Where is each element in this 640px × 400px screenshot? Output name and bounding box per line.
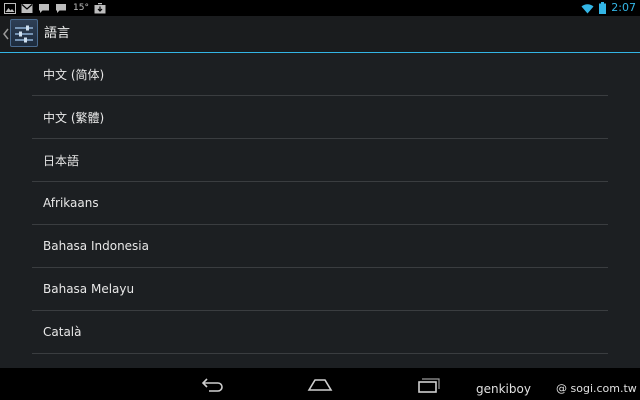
list-item-language[interactable]: Català bbox=[32, 311, 608, 354]
wifi-icon bbox=[581, 3, 594, 13]
notification-icons: 15° bbox=[4, 2, 106, 14]
list-item-language[interactable]: Bahasa Melayu bbox=[32, 268, 608, 311]
gmail-icon bbox=[21, 3, 33, 13]
list-item-label: Bahasa Indonesia bbox=[43, 239, 149, 253]
chevron-left-icon[interactable] bbox=[2, 27, 10, 41]
home-icon[interactable] bbox=[307, 374, 333, 394]
download-icon bbox=[94, 2, 106, 13]
list-item-language[interactable]: 日本語 bbox=[32, 139, 608, 182]
chat-icon bbox=[39, 3, 49, 13]
battery-icon bbox=[599, 2, 607, 14]
list-item-language[interactable]: 中文 (繁體) bbox=[32, 96, 608, 139]
list-item-label: Bahasa Melayu bbox=[43, 282, 135, 296]
status-bar: 15° 2:07 bbox=[0, 0, 640, 16]
list-item-label: Català bbox=[43, 325, 82, 339]
list-item-language[interactable]: Bahasa Indonesia bbox=[32, 225, 608, 268]
list-item-label: Afrikaans bbox=[43, 196, 99, 210]
list-item-label: 日本語 bbox=[43, 153, 80, 168]
language-list: 中文 (简体) 中文 (繁體) 日本語 Afrikaans Bahasa Ind… bbox=[32, 53, 608, 354]
list-item-language[interactable]: Afrikaans bbox=[32, 182, 608, 225]
back-icon[interactable] bbox=[200, 374, 226, 394]
temperature-text: 15° bbox=[73, 3, 89, 13]
list-item-language[interactable]: 中文 (简体) bbox=[32, 53, 608, 96]
watermark-author: genkiboy bbox=[476, 382, 531, 396]
system-icons: 2:07 bbox=[581, 1, 636, 15]
list-item-label: 中文 (简体) bbox=[43, 67, 105, 82]
image-notification-icon bbox=[4, 2, 16, 14]
chat-icon bbox=[56, 3, 66, 13]
settings-sliders-icon[interactable] bbox=[10, 19, 38, 47]
recent-apps-icon[interactable] bbox=[416, 374, 442, 394]
page-title: 語言 bbox=[44, 26, 71, 41]
action-bar: 語言 bbox=[0, 16, 640, 53]
watermark-site: @ sogi.com.tw bbox=[556, 382, 637, 395]
clock: 2:07 bbox=[611, 1, 636, 14]
navigation-bar: genkiboy @ sogi.com.tw bbox=[0, 368, 640, 400]
list-item-label: 中文 (繁體) bbox=[43, 110, 105, 125]
